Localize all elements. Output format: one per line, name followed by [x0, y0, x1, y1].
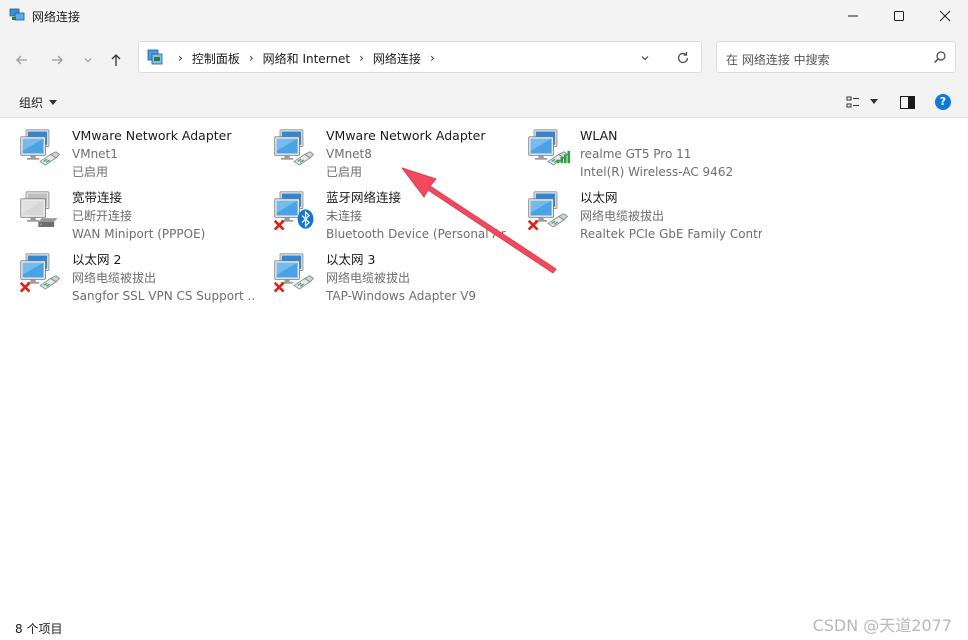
arrow-up-icon — [111, 54, 121, 66]
refresh-icon — [677, 52, 689, 64]
back-button[interactable] — [10, 48, 34, 72]
watermark: CSDN @天道2077 — [812, 616, 952, 635]
ethernet-adapter-icon — [273, 253, 315, 293]
connection-device: WAN Miniport (PPPOE) — [72, 227, 206, 241]
address-dropdown-button[interactable] — [636, 49, 654, 67]
connection-item[interactable]: 蓝牙网络连接 未连接 Bluetooth Device (Personal Ar — [254, 180, 508, 241]
connection-status: 未连接 — [326, 209, 363, 223]
connection-name: 以太网 3 — [326, 252, 376, 267]
navigation-bar: › 控制面板 › 网络和 Internet › 网络连接 › 在 网络连接 中搜… — [0, 32, 968, 86]
breadcrumb-control-panel[interactable]: 控制面板 — [192, 50, 240, 67]
connection-item[interactable]: 宽带连接 已断开连接 WAN Miniport (PPPOE) — [0, 180, 254, 241]
connection-status: VMnet8 — [326, 147, 372, 161]
chevron-right-icon[interactable]: › — [249, 51, 254, 65]
connection-status: 网络电缆被拔出 — [72, 271, 157, 285]
connection-item[interactable]: VMware Network Adapter VMnet8 已启用 — [254, 118, 508, 179]
breadcrumb-network-internet[interactable]: 网络和 Internet — [263, 50, 350, 67]
caret-down-icon — [49, 99, 58, 105]
address-bar[interactable]: › 控制面板 › 网络和 Internet › 网络连接 › — [138, 41, 702, 73]
search-icon — [934, 51, 946, 63]
close-button[interactable] — [922, 0, 968, 32]
connection-name: 宽带连接 — [72, 190, 123, 205]
command-bar: 组织 ? — [0, 86, 968, 118]
minimize-button[interactable] — [830, 0, 876, 32]
connection-item[interactable]: VMware Network Adapter VMnet1 已启用 — [0, 118, 254, 179]
caret-down-icon — [870, 99, 878, 104]
network-connections-icon — [9, 8, 25, 21]
title-bar: 网络连接 — [0, 0, 968, 32]
connection-name: VMware Network Adapter — [326, 128, 486, 143]
connection-item[interactable]: 以太网 2 网络电缆被拔出 Sangfor SSL VPN CS Support… — [0, 242, 254, 303]
connection-name: 以太网 2 — [72, 252, 122, 267]
connection-device: TAP-Windows Adapter V9 — [326, 289, 477, 303]
preview-pane-icon — [900, 95, 915, 109]
connection-device: Sangfor SSL VPN CS Support ... — [72, 289, 254, 303]
forward-button[interactable] — [45, 48, 69, 72]
connection-name: VMware Network Adapter — [72, 128, 232, 143]
organize-label: 组织 — [19, 96, 44, 110]
view-options-icon — [846, 96, 859, 108]
network-adapter-icon — [20, 129, 61, 166]
ethernet-adapter-icon — [527, 191, 569, 231]
chevron-down-icon — [641, 56, 649, 61]
chevron-down-icon — [84, 58, 92, 63]
control-panel-icon — [147, 49, 163, 65]
connection-device: Intel(R) Wireless-AC 9462 — [580, 165, 734, 179]
breadcrumb-network-connections[interactable]: 网络连接 — [373, 50, 421, 67]
chevron-right-icon[interactable]: › — [430, 51, 435, 65]
view-options-button[interactable] — [846, 94, 878, 110]
help-button[interactable]: ? — [935, 94, 951, 110]
connection-name: WLAN — [580, 128, 618, 143]
connection-status: realme GT5 Pro 11 — [580, 147, 692, 161]
up-button[interactable] — [104, 48, 128, 72]
ethernet-adapter-icon — [19, 253, 61, 293]
organize-menu[interactable]: 组织 — [19, 94, 58, 111]
arrow-left-icon — [16, 55, 27, 65]
maximize-button[interactable] — [876, 0, 922, 32]
bluetooth-adapter-icon — [273, 191, 314, 231]
maximize-icon — [894, 11, 904, 21]
chevron-right-icon[interactable]: › — [359, 51, 364, 65]
connection-name: 蓝牙网络连接 — [326, 190, 402, 205]
item-count: 8 个项目 — [15, 622, 63, 636]
connection-device: 已启用 — [326, 165, 363, 179]
refresh-button[interactable] — [674, 49, 692, 67]
connection-device: Realtek PCIe GbE Family Contr... — [580, 227, 762, 241]
connection-device: Bluetooth Device (Personal Ar — [326, 227, 506, 241]
search-box[interactable]: 在 网络连接 中搜索 — [716, 41, 956, 73]
connection-status: VMnet1 — [72, 147, 118, 161]
connection-item[interactable]: 以太网 3 网络电缆被拔出 TAP-Windows Adapter V9 — [254, 242, 508, 303]
connection-device: 已启用 — [72, 165, 109, 179]
connection-item[interactable]: 以太网 网络电缆被拔出 Realtek PCIe GbE Family Cont… — [508, 180, 762, 241]
breadcrumb: › 控制面板 › 网络和 Internet › 网络连接 › — [169, 42, 444, 74]
close-icon — [939, 10, 951, 22]
connections-list: VMware Network Adapter VMnet1 已启用 VMware… — [0, 118, 968, 615]
help-glyph: ? — [939, 95, 947, 108]
network-adapter-icon — [274, 129, 315, 166]
preview-pane-button[interactable] — [900, 94, 915, 110]
arrow-right-icon — [52, 55, 63, 65]
connection-status: 网络电缆被拔出 — [580, 209, 665, 223]
search-placeholder: 在 网络连接 中搜索 — [726, 53, 830, 67]
window-title: 网络连接 — [32, 10, 81, 24]
connection-item[interactable]: WLAN realme GT5 Pro 11 Intel(R) Wireless… — [508, 118, 762, 179]
broadband-icon — [20, 191, 58, 227]
connection-status: 网络电缆被拔出 — [326, 271, 411, 285]
minimize-icon — [848, 15, 858, 17]
wifi-adapter-icon — [528, 129, 571, 166]
connection-status: 已断开连接 — [72, 209, 133, 223]
chevron-right-icon: › — [178, 51, 183, 65]
connection-name: 以太网 — [580, 190, 618, 205]
status-bar: 8 个项目 CSDN @天道2077 — [0, 615, 968, 640]
recent-locations-button[interactable] — [76, 48, 100, 72]
